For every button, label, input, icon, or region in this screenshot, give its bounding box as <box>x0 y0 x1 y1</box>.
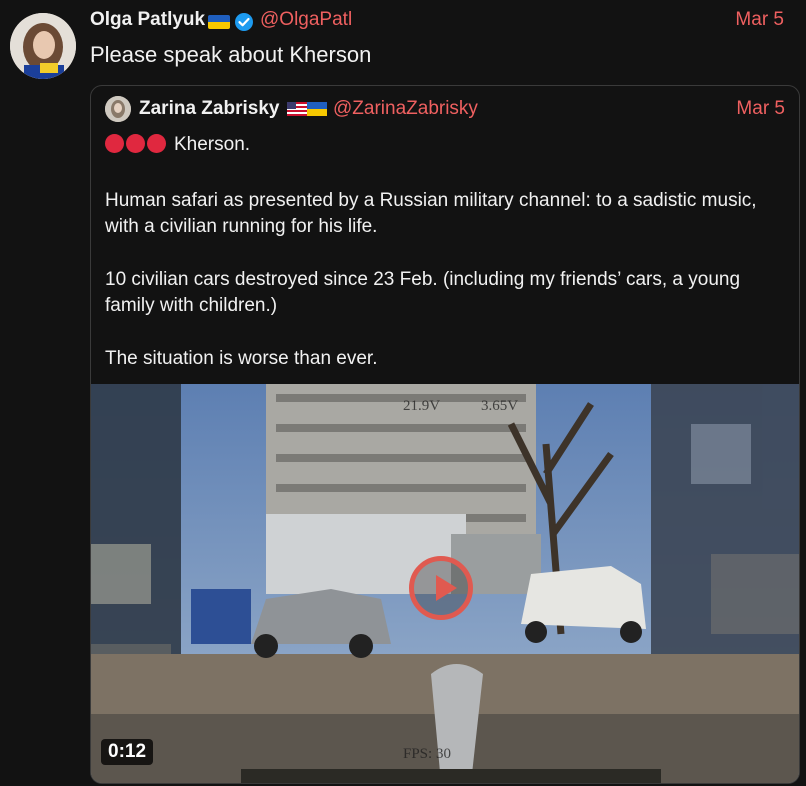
video-player[interactable]: 21.9V 3.65V FPS: 30 0:12 <box>91 384 799 783</box>
author-name[interactable]: Olga Patlyuk <box>90 9 205 31</box>
osd-fps: FPS: 30 <box>403 746 451 762</box>
quoted-tweet-date[interactable]: Mar 5 <box>736 98 785 120</box>
red-circles <box>105 134 168 161</box>
usa-flag-icon <box>287 102 307 116</box>
quoted-tweet-body: Kherson. Human safari as presented by a … <box>105 132 775 399</box>
red-circle-icon <box>105 134 124 153</box>
osd-cell-voltage: 3.65V <box>481 398 519 414</box>
lead-line: Kherson. <box>105 132 775 161</box>
play-button[interactable] <box>409 556 473 620</box>
video-duration: 0:12 <box>101 739 154 765</box>
verified-badge-icon <box>235 13 253 31</box>
quoted-author-avatar[interactable] <box>105 96 131 122</box>
red-circle-icon <box>147 134 166 153</box>
author-handle[interactable]: @OlgaPatl <box>260 9 352 31</box>
paragraph: Human safari as presented by a Russian m… <box>105 190 757 237</box>
lead-text: Kherson. <box>174 134 251 155</box>
quoted-tweet[interactable]: Zarina Zabrisky @ZarinaZabrisky Mar 5 Kh… <box>90 85 800 784</box>
ukraine-flag-icon <box>307 102 327 116</box>
paragraph: 10 civilian cars destroyed since 23 Feb.… <box>105 269 741 316</box>
play-icon <box>436 575 457 601</box>
osd-voltage: 21.9V <box>403 398 441 414</box>
red-circle-icon <box>126 134 145 153</box>
quoted-author-handle[interactable]: @ZarinaZabrisky <box>333 98 478 120</box>
quoted-author-name[interactable]: Zarina Zabrisky <box>139 98 279 120</box>
author-avatar[interactable] <box>10 13 76 79</box>
tweet-header: Olga Patlyuk @OlgaPatl Mar 5 <box>90 9 784 35</box>
tweet-date[interactable]: Mar 5 <box>735 9 784 31</box>
ukraine-flag-icon <box>208 15 230 29</box>
paragraph: The situation is worse than ever. <box>105 348 378 369</box>
tweet-text: Please speak about Kherson <box>90 42 372 67</box>
